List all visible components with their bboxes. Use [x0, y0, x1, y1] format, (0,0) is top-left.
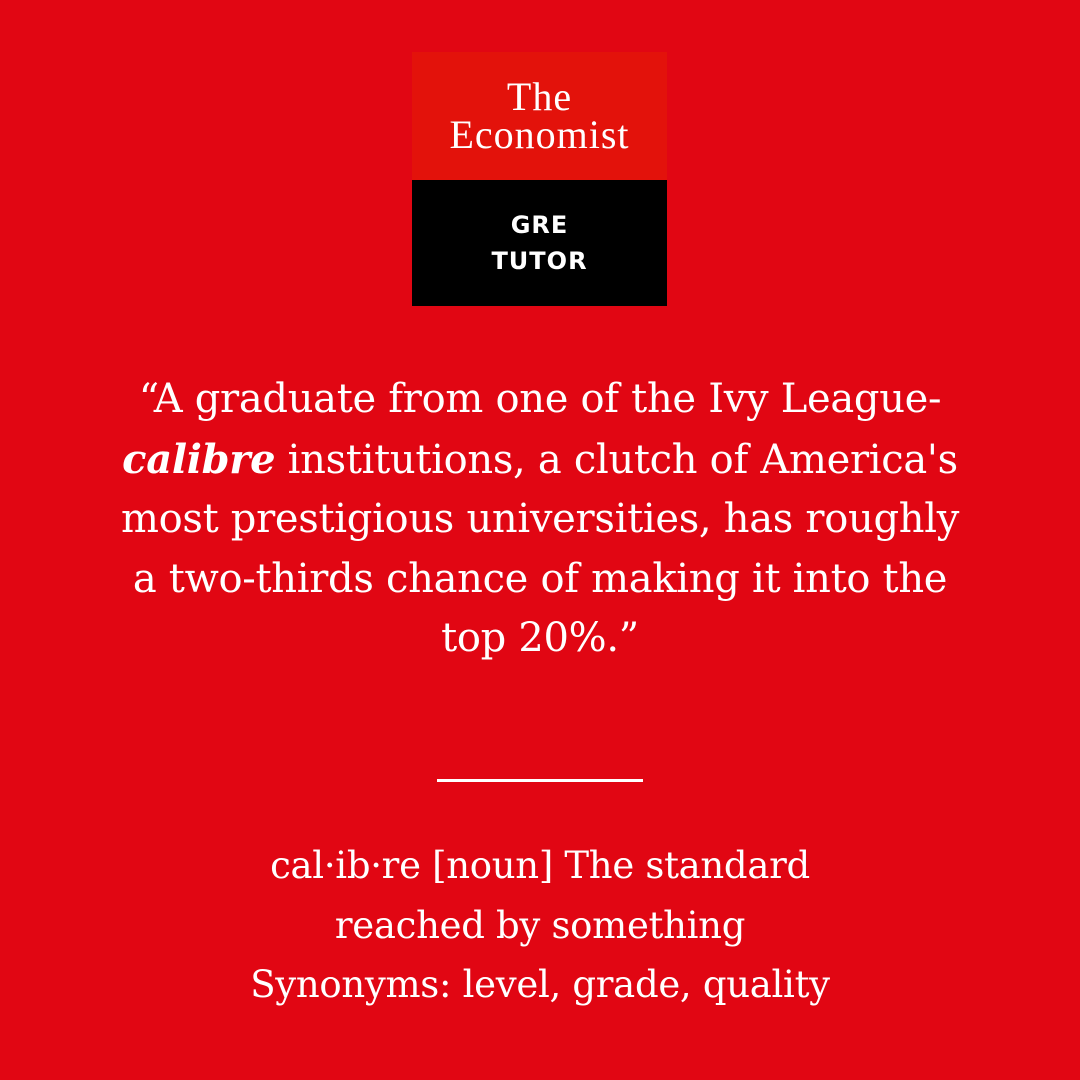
definition-line-1: cal·ib·re [noun] The standard	[270, 844, 810, 887]
gre-tutor-label: GRE TUTOR	[412, 180, 667, 306]
logo-line-the: The	[506, 74, 573, 119]
definition-synonyms: Synonyms: level, grade, quality	[250, 963, 830, 1006]
quote-text-before: “A graduate from one of the Ivy League-	[138, 376, 942, 422]
word-definition: cal·ib·re [noun] The standard reached by…	[140, 836, 940, 1015]
logo-line-economist: Economist	[449, 112, 630, 157]
divider	[437, 779, 643, 782]
logo-product-gre: GRE	[510, 211, 569, 239]
quote-highlighted-word: calibre	[122, 435, 276, 483]
economist-gre-tutor-logo: The Economist GRE TUTOR	[412, 52, 667, 306]
example-quote: “A graduate from one of the Ivy League-c…	[110, 370, 970, 669]
logo-product-tutor: TUTOR	[491, 247, 588, 275]
definition-line-2: reached by something	[334, 903, 746, 947]
economist-wordmark: The Economist	[412, 52, 667, 180]
